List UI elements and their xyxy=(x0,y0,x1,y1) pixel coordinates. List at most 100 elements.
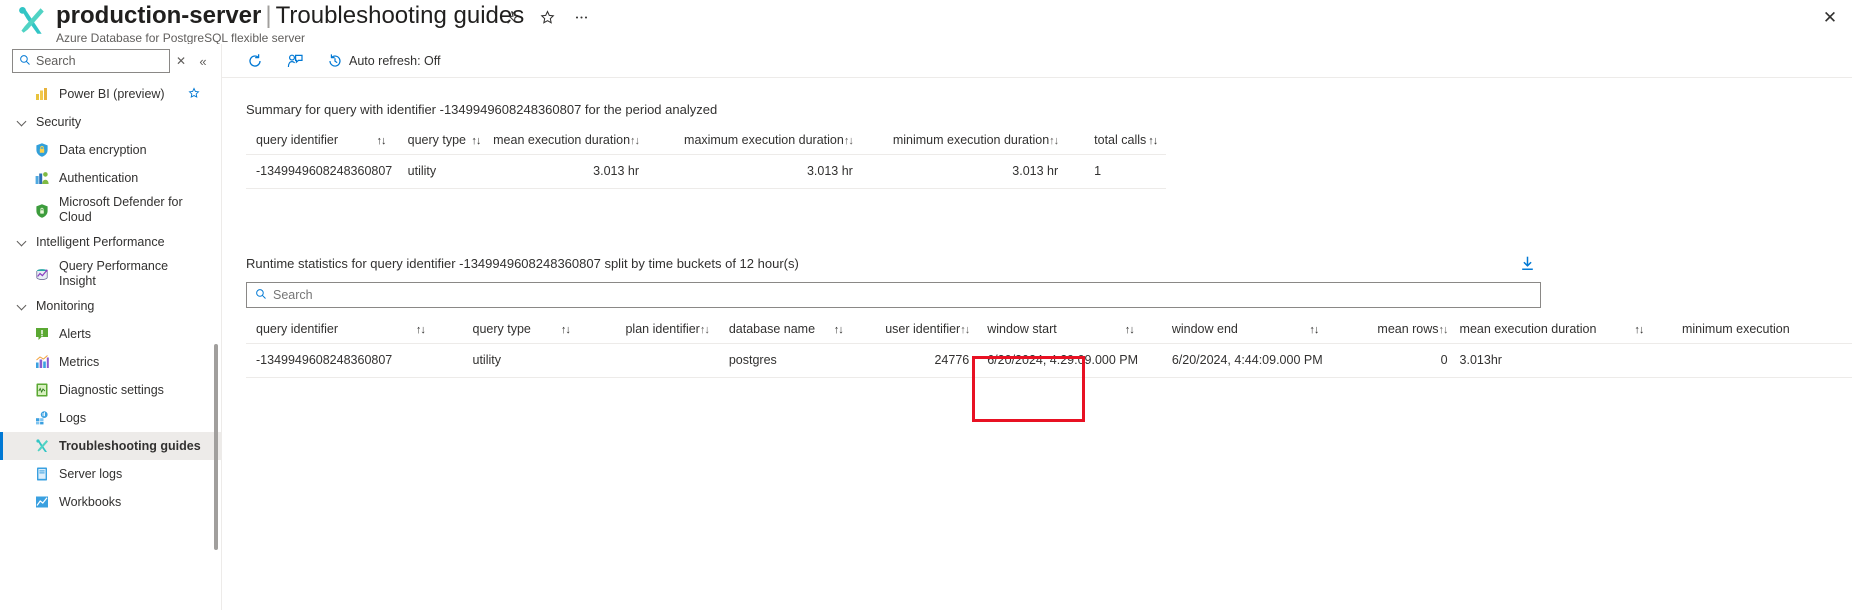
sidebar-item-label: Logs xyxy=(59,410,87,425)
favorite-star-icon[interactable] xyxy=(188,86,200,102)
sidebar-group-monitoring[interactable]: Monitoring xyxy=(0,292,221,320)
sort-toggle-mean-rows[interactable]: ↑↓ xyxy=(1439,324,1449,336)
cell-window-end: 6/20/2024, 4:44:09.000 PM xyxy=(1167,343,1353,378)
metrics-chart-icon xyxy=(36,355,49,368)
sidebar-search-box[interactable] xyxy=(12,49,170,73)
query-performance-icon xyxy=(36,269,48,280)
header-actions xyxy=(500,4,594,30)
col-header-mean-execution-duration[interactable]: mean execution duration↑↓ xyxy=(487,127,685,155)
sidebar-item-alerts[interactable]: Alerts xyxy=(0,320,221,348)
azure-portal-blade: production-server | Troubleshooting guides… xyxy=(0,0,1852,610)
col-header-maximum-execution-duration[interactable]: maximum execution duration↑↓ xyxy=(684,127,893,155)
server-logs-icon xyxy=(37,467,47,481)
download-button[interactable] xyxy=(1514,250,1540,276)
sidebar-item-troubleshooting-guides[interactable]: Troubleshooting guides xyxy=(0,432,221,460)
sort-toggle-total-calls[interactable]: ↑↓ xyxy=(1148,127,1166,155)
col-header-query-type[interactable]: query type xyxy=(472,316,561,344)
col-header-user-identifier[interactable]: user identifier↑↓ xyxy=(867,316,984,344)
sidebar-collapse-icon[interactable]: « xyxy=(192,54,214,69)
sort-toggle-query-type[interactable]: ↑↓ xyxy=(560,316,602,344)
sort-toggle-mean[interactable]: ↑↓ xyxy=(630,135,640,147)
sort-toggle-query-type[interactable]: ↑↓ xyxy=(471,127,488,155)
sidebar-item-defender-for-cloud[interactable]: Microsoft Defender for Cloud xyxy=(0,192,221,228)
sidebar-item-label: Diagnostic settings xyxy=(59,382,164,397)
col-header-mean-rows[interactable]: mean rows↑↓ xyxy=(1352,316,1449,344)
col-header-window-start[interactable]: window start xyxy=(983,316,1125,344)
sidebar-item-power-bi[interactable]: Power BI (preview) xyxy=(0,80,221,108)
sidebar-item-logs[interactable]: Logs xyxy=(0,404,221,432)
refresh-button[interactable] xyxy=(240,47,276,75)
sidebar-group-label: Monitoring xyxy=(36,299,95,313)
sort-toggle-mean-execution-duration[interactable]: ↑↓ xyxy=(1634,316,1682,344)
chevron-down-icon xyxy=(18,237,28,247)
favorite-star-icon[interactable] xyxy=(534,4,560,30)
sort-toggle-maximum[interactable]: ↑↓ xyxy=(844,135,854,147)
col-label: minimum execution duration xyxy=(892,133,1050,147)
sort-toggle-query-identifier[interactable]: ↑↓ xyxy=(415,316,473,344)
runtime-table-search-input[interactable] xyxy=(273,288,1487,302)
search-icon xyxy=(19,54,31,68)
sidebar-item-diagnostic-settings[interactable]: Diagnostic settings xyxy=(0,376,221,404)
defender-shield-icon xyxy=(36,204,48,218)
sidebar-item-server-logs[interactable]: Server logs xyxy=(0,460,221,488)
table-row[interactable]: -1349949608248360807 utility postgres 24… xyxy=(246,343,1852,378)
chevron-down-icon xyxy=(18,117,28,127)
sidebar-item-label: Query Performance Insight xyxy=(59,259,169,288)
col-header-query-type[interactable]: query type xyxy=(407,127,472,155)
sort-toggle-window-end[interactable]: ↑↓ xyxy=(1309,316,1353,344)
sidebar-item-label: Data encryption xyxy=(59,142,147,157)
col-header-plan-identifier[interactable]: plan identifier↑↓ xyxy=(601,316,715,344)
sidebar-group-label: Intelligent Performance xyxy=(36,235,165,249)
feedback-person-icon xyxy=(287,54,303,67)
sidebar-item-label: Server logs xyxy=(59,466,123,481)
sidebar-item-label: Power BI (preview) xyxy=(59,86,165,101)
sidebar-item-authentication[interactable]: Authentication xyxy=(0,164,221,192)
sort-toggle-plan-identifier[interactable]: ↑↓ xyxy=(700,324,710,336)
col-header-database-name[interactable]: database name xyxy=(714,316,834,344)
sidebar-item-workbooks[interactable]: Workbooks xyxy=(0,488,221,516)
cell-window-start: 6/20/2024, 4:29:09.000 PM xyxy=(983,343,1168,378)
sidebar-scrollbar-thumb[interactable] xyxy=(214,344,218,550)
table-row[interactable]: -1349949608248360807 utility 3.013 hr 3.… xyxy=(246,154,1166,189)
title-separator: | xyxy=(265,2,272,29)
pin-icon[interactable] xyxy=(500,4,526,30)
wrench-screwdriver-icon xyxy=(19,6,44,34)
col-header-query-identifier[interactable]: query identifier xyxy=(246,127,377,155)
col-header-query-identifier[interactable]: query identifier xyxy=(246,316,416,344)
runtime-statistics-table: query identifier ↑↓ query type ↑↓ plan i… xyxy=(246,316,1852,378)
col-header-minimum-execution-duration[interactable]: minimum execution duration↑↓ xyxy=(892,127,1095,155)
sort-toggle-query-identifier[interactable]: ↑↓ xyxy=(376,127,408,155)
feedback-button[interactable] xyxy=(280,47,316,75)
sidebar-item-data-encryption[interactable]: Data encryption xyxy=(0,136,221,164)
cell-query-type: utility xyxy=(407,154,488,189)
sidebar: ✕ « Power BI (preview) Security xyxy=(0,44,222,610)
cell-query-identifier: -1349949608248360807 xyxy=(246,343,473,378)
sidebar-item-query-performance-insight[interactable]: Query Performance Insight xyxy=(0,256,221,292)
authentication-icon xyxy=(35,172,49,184)
sidebar-group-security[interactable]: Security xyxy=(0,108,221,136)
col-header-total-calls[interactable]: total calls xyxy=(1094,127,1149,155)
col-header-minimum-execution[interactable]: minimum execution xyxy=(1681,316,1852,344)
more-ellipsis-icon[interactable] xyxy=(568,4,594,30)
shield-lock-icon xyxy=(36,143,48,157)
auto-refresh-button[interactable]: Auto refresh: Off xyxy=(320,47,447,75)
table-header-row: query identifier ↑↓ query type ↑↓ mean e… xyxy=(246,127,1166,155)
download-icon xyxy=(1521,256,1533,270)
cell-user-identifier: 24776 xyxy=(867,343,984,378)
command-bar: Auto refresh: Off xyxy=(222,44,1852,78)
col-header-mean-execution-duration[interactable]: mean execution duration xyxy=(1447,316,1635,344)
runtime-table-search-box[interactable] xyxy=(246,282,1541,308)
cell-mean-execution-duration: 3.013 hr xyxy=(487,154,685,189)
sort-toggle-window-start[interactable]: ↑↓ xyxy=(1124,316,1168,344)
sort-toggle-database-name[interactable]: ↑↓ xyxy=(833,316,868,344)
sidebar-item-metrics[interactable]: Metrics xyxy=(0,348,221,376)
col-header-window-end[interactable]: window end xyxy=(1167,316,1310,344)
sidebar-item-label: Troubleshooting guides xyxy=(59,438,201,453)
sidebar-search-clear-icon[interactable]: ✕ xyxy=(170,54,192,68)
cell-plan-identifier xyxy=(601,343,715,378)
sidebar-group-intelligent-performance[interactable]: Intelligent Performance xyxy=(0,228,221,256)
sort-toggle-minimum[interactable]: ↑↓ xyxy=(1049,135,1059,147)
close-blade-button[interactable]: ✕ xyxy=(1816,4,1844,32)
sort-toggle-user-identifier[interactable]: ↑↓ xyxy=(960,324,970,336)
sidebar-search-input[interactable] xyxy=(36,54,156,68)
